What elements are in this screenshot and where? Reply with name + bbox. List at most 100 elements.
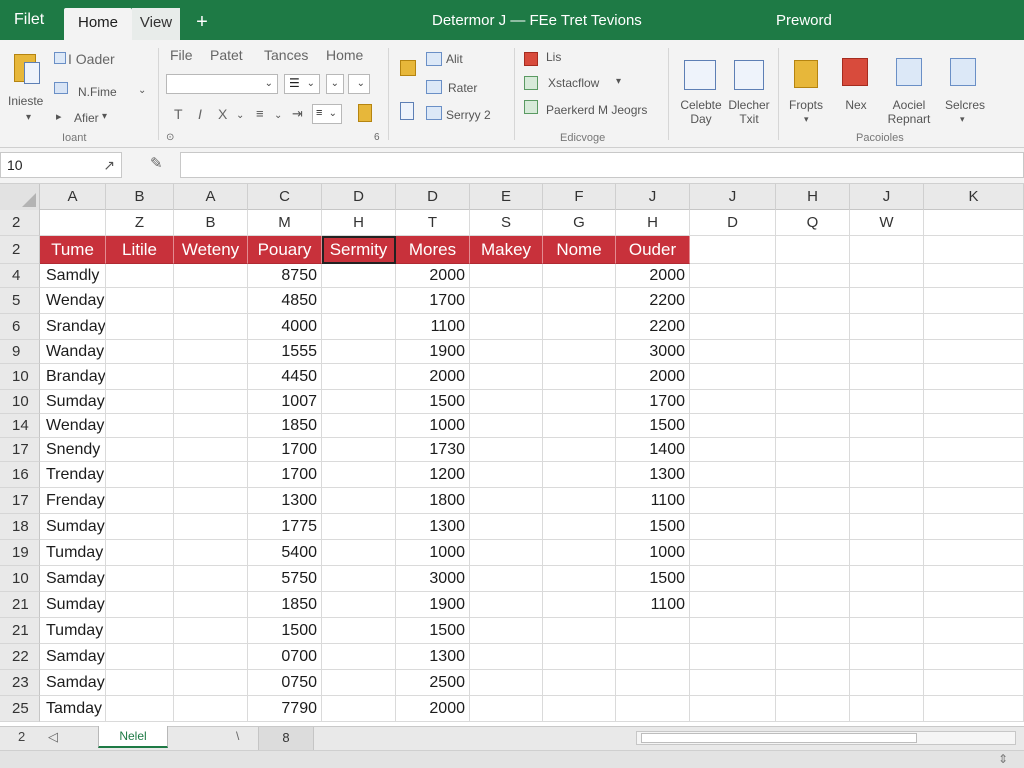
column-header[interactable]: H	[776, 184, 850, 210]
grid-cell[interactable]	[776, 314, 850, 340]
function-icon[interactable]: ✎	[150, 154, 163, 172]
grid-cell[interactable]	[543, 364, 616, 390]
grid-cell[interactable]	[850, 670, 924, 696]
column-header[interactable]: A	[40, 184, 106, 210]
value-cell[interactable]: 0700	[248, 644, 322, 670]
grid-cell[interactable]	[470, 264, 543, 288]
grid-cell[interactable]	[543, 438, 616, 462]
name-cell[interactable]: Sumday	[40, 592, 106, 618]
sheet-nav-label[interactable]: 2	[18, 729, 25, 744]
value-cell[interactable]: 4000	[248, 314, 322, 340]
grid-cell[interactable]	[322, 566, 396, 592]
xstaction-dropdown-arrow[interactable]: ▾	[616, 76, 621, 87]
grid-cell[interactable]	[850, 696, 924, 722]
grid-cell[interactable]	[543, 618, 616, 644]
grid-cell[interactable]	[690, 644, 776, 670]
grid-cell[interactable]	[174, 696, 248, 722]
value-cell[interactable]: 2000	[616, 264, 690, 288]
grid-cell[interactable]	[690, 414, 776, 438]
column-header[interactable]: D	[396, 184, 470, 210]
grid-cell[interactable]	[690, 288, 776, 314]
wrap-dropdown[interactable]: ≡ ⌄	[312, 104, 342, 124]
value-cell[interactable]: 1500	[616, 566, 690, 592]
report-icon[interactable]	[896, 58, 922, 86]
grid-cell[interactable]	[470, 514, 543, 540]
grid-cell[interactable]	[850, 390, 924, 414]
grid-cell[interactable]	[543, 540, 616, 566]
grid-cell[interactable]	[924, 210, 1024, 236]
grid-cell[interactable]	[543, 592, 616, 618]
value-cell[interactable]: 3000	[396, 566, 470, 592]
director-icon[interactable]	[734, 60, 764, 90]
subheader-cell[interactable]: G	[543, 210, 616, 236]
value-cell[interactable]: 1300	[248, 488, 322, 514]
row-header[interactable]: 10	[0, 364, 40, 390]
grid-cell[interactable]	[690, 264, 776, 288]
grid-cell[interactable]	[776, 390, 850, 414]
grid-cell[interactable]	[543, 514, 616, 540]
grid-cell[interactable]	[776, 462, 850, 488]
grid-cell[interactable]	[690, 592, 776, 618]
properties-dropdown-arrow[interactable]: ▾	[804, 114, 809, 125]
value-cell[interactable]: 1500	[616, 514, 690, 540]
file-tab[interactable]: Filet	[0, 0, 60, 40]
column-header[interactable]: J	[690, 184, 776, 210]
grid-cell[interactable]	[322, 514, 396, 540]
name-cell[interactable]: Trenday	[40, 462, 106, 488]
grid-cell[interactable]	[322, 438, 396, 462]
subheader-cell[interactable]: B	[174, 210, 248, 236]
grid-cell[interactable]	[924, 540, 1024, 566]
table-header-cell[interactable]: Ouder	[616, 236, 690, 264]
row-header[interactable]: 18	[0, 514, 40, 540]
value-cell[interactable]: 1300	[396, 644, 470, 670]
grid-cell[interactable]	[543, 488, 616, 514]
grid-cell[interactable]	[776, 696, 850, 722]
grid-cell[interactable]	[106, 644, 174, 670]
value-cell[interactable]	[616, 696, 690, 722]
select-dropdown-arrow[interactable]: ▾	[960, 114, 965, 125]
indent-icon[interactable]: ⇥	[292, 106, 303, 122]
row-header[interactable]: 21	[0, 618, 40, 644]
tab-home[interactable]: Home	[64, 8, 132, 40]
ribbon-subtab-file[interactable]: File	[170, 47, 193, 63]
properties-button[interactable]: Fropts	[786, 98, 826, 112]
grid-cell[interactable]	[322, 264, 396, 288]
subheader-cell[interactable]: W	[850, 210, 924, 236]
grid-cell[interactable]	[543, 340, 616, 364]
name-cell[interactable]: Sranday	[40, 314, 106, 340]
account-label[interactable]: Preword	[776, 0, 832, 40]
row-header[interactable]: 2	[0, 210, 40, 236]
value-cell[interactable]: 2000	[396, 696, 470, 722]
lis-button[interactable]: Lis	[546, 50, 561, 64]
table-header-cell[interactable]: Makey	[470, 236, 543, 264]
sheet-prev-button[interactable]: ◁	[48, 729, 58, 745]
align-dropdown-arrow[interactable]: ⌄	[274, 110, 282, 121]
row-header[interactable]: 10	[0, 566, 40, 592]
grid-cell[interactable]	[850, 540, 924, 566]
insert-label[interactable]: Inieste	[8, 94, 43, 108]
grid-cell[interactable]	[924, 514, 1024, 540]
celebrate-button[interactable]: Celebte Day	[677, 98, 725, 126]
grid-cell[interactable]	[322, 644, 396, 670]
grid-cell[interactable]	[924, 264, 1024, 288]
director-button[interactable]: Dlecher Txit	[724, 98, 774, 126]
grid-cell[interactable]	[924, 592, 1024, 618]
name-box[interactable]: 10 ↗	[0, 152, 122, 178]
grid-cell[interactable]	[322, 618, 396, 644]
grid-cell[interactable]	[106, 514, 174, 540]
grid-cell[interactable]	[924, 618, 1024, 644]
tab-view[interactable]: View	[132, 8, 180, 40]
row-header[interactable]: 16	[0, 462, 40, 488]
value-cell[interactable]: 1300	[616, 462, 690, 488]
time-button[interactable]: N.Fime	[78, 85, 117, 99]
font-color-dropdown[interactable]: ⌄	[348, 74, 370, 94]
grid-cell[interactable]	[543, 696, 616, 722]
grid-cell[interactable]	[322, 462, 396, 488]
dialog-launcher-icon[interactable]: ⊙	[166, 132, 174, 143]
value-cell[interactable]: 1900	[396, 592, 470, 618]
row-header[interactable]: 22	[0, 644, 40, 670]
grid-cell[interactable]	[850, 644, 924, 670]
grid-cell[interactable]	[924, 364, 1024, 390]
grid-cell[interactable]	[174, 414, 248, 438]
grid-cell[interactable]	[850, 264, 924, 288]
